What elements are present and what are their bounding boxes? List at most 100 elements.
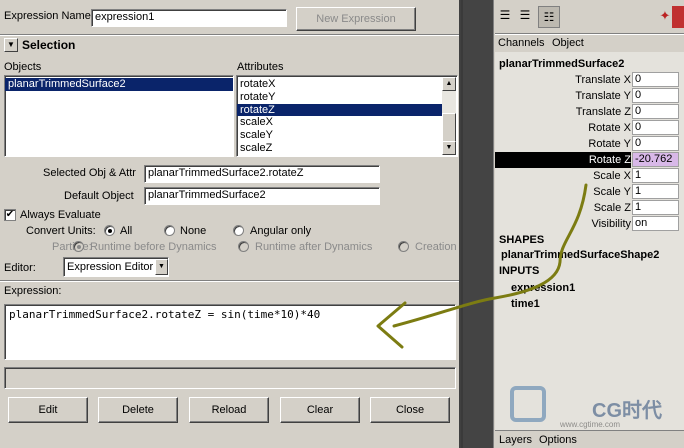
- object-menu[interactable]: Object: [552, 37, 584, 49]
- channel-label[interactable]: Rotate X: [495, 120, 631, 136]
- convert-units-angular-radio[interactable]: [233, 225, 244, 236]
- channel-value-field[interactable]: -20.762: [632, 152, 679, 167]
- bottom-tabs: Layers Options: [495, 430, 684, 448]
- tab-layers[interactable]: Layers: [499, 434, 532, 446]
- channel-label[interactable]: Translate Y: [495, 88, 631, 104]
- shapes-header: SHAPES: [499, 234, 545, 246]
- channel-label[interactable]: Rotate Z: [495, 152, 631, 168]
- channel-row[interactable]: Translate Z0: [495, 104, 684, 120]
- list-item[interactable]: scaleX: [237, 116, 443, 129]
- expression-name-label: Expression Name: [4, 10, 91, 22]
- inputs-header: INPUTS: [499, 265, 540, 277]
- particle-runtime-after-label: Runtime after Dynamics: [255, 241, 373, 253]
- collapse-arrow-icon[interactable]: ▼: [4, 38, 18, 52]
- close-button[interactable]: Close: [370, 397, 450, 423]
- objects-label: Objects: [4, 61, 42, 73]
- channel-value-field[interactable]: 0: [632, 88, 679, 103]
- scroll-thumb[interactable]: [442, 113, 456, 143]
- default-object-label: Default Object: [64, 190, 134, 202]
- divider: [0, 280, 459, 282]
- list-item[interactable]: scaleZ: [237, 142, 443, 155]
- edit-button[interactable]: Edit: [8, 397, 88, 423]
- channel-label[interactable]: Scale X: [495, 168, 631, 184]
- objects-list[interactable]: planarTrimmedSurface2: [4, 75, 234, 157]
- channel-value-field[interactable]: 0: [632, 104, 679, 119]
- always-evaluate-label: Always Evaluate: [20, 209, 101, 221]
- convert-units-none-radio[interactable]: [164, 225, 175, 236]
- convert-units-none-label: None: [180, 225, 207, 237]
- tab-options[interactable]: Options: [539, 434, 577, 446]
- channel-label[interactable]: Translate X: [495, 72, 631, 88]
- particle-runtime-before-radio[interactable]: [73, 241, 84, 252]
- channel-row[interactable]: Scale Z1: [495, 200, 684, 216]
- list-item[interactable]: rotateZ: [237, 103, 443, 117]
- layer-editor-icon[interactable]: ☰: [516, 8, 534, 26]
- channel-row[interactable]: Scale Y1: [495, 184, 684, 200]
- channel-box-icon[interactable]: ☰: [496, 8, 514, 26]
- attribute-editor-icon[interactable]: ☷: [538, 6, 560, 28]
- channel-row[interactable]: Rotate X0: [495, 120, 684, 136]
- scroll-down-arrow-icon[interactable]: ▼: [442, 141, 456, 155]
- channel-value-field[interactable]: on: [632, 216, 679, 231]
- channels-menu[interactable]: Channels: [498, 37, 544, 49]
- convert-units-all-label: All: [120, 225, 133, 237]
- channel-row[interactable]: Translate X0: [495, 72, 684, 88]
- channel-value-field[interactable]: 1: [632, 200, 679, 215]
- particle-label: Particle:: [52, 241, 92, 253]
- channel-row[interactable]: Rotate Y0: [495, 136, 684, 152]
- new-expression-button[interactable]: New Expression: [296, 7, 416, 31]
- scroll-up-arrow-icon[interactable]: ▲: [442, 77, 456, 91]
- tool-icon[interactable]: [672, 6, 684, 28]
- channel-row[interactable]: Translate Y0: [495, 88, 684, 104]
- divider: [495, 33, 684, 35]
- list-item[interactable]: scaleY: [237, 129, 443, 142]
- channel-value-field[interactable]: 0: [632, 136, 679, 151]
- particle-runtime-after-radio[interactable]: [238, 241, 249, 252]
- reload-button[interactable]: Reload: [189, 397, 269, 423]
- attributes-list[interactable]: rotateX rotateY rotateZ scaleX scaleY scaleZ …: [236, 75, 458, 157]
- list-item[interactable]: rotateY: [237, 91, 443, 104]
- tool-icon[interactable]: ✦: [657, 8, 673, 26]
- list-item[interactable]: planarTrimmedSurface2: [5, 78, 233, 91]
- always-evaluate-checkbox[interactable]: ✔: [4, 209, 16, 221]
- list-item[interactable]: rotateX: [237, 78, 443, 91]
- chevron-down-icon[interactable]: ▼: [155, 259, 168, 275]
- convert-units-all-radio[interactable]: [104, 225, 115, 236]
- input-node-expression[interactable]: expression1: [511, 282, 575, 294]
- status-line: [4, 367, 456, 389]
- channel-label[interactable]: Rotate Y: [495, 136, 631, 152]
- attributes-scrollbar[interactable]: ▲ ▼: [442, 77, 456, 155]
- channel-row[interactable]: Visibility on: [495, 216, 684, 232]
- selected-obj-attr-label: Selected Obj & Attr: [43, 167, 136, 179]
- delete-button[interactable]: Delete: [98, 397, 178, 423]
- expression-label: Expression:: [4, 285, 62, 297]
- selection-header: Selection: [22, 38, 76, 52]
- expression-name-field[interactable]: expression1: [91, 9, 287, 27]
- particle-creation-label: Creation: [415, 241, 457, 253]
- watermark-logo: CG时代 www.cgtime.com: [504, 380, 676, 430]
- channel-label[interactable]: Visibility: [495, 216, 631, 232]
- channel-value-field[interactable]: 0: [632, 72, 679, 87]
- clear-button[interactable]: Clear: [280, 397, 360, 423]
- channel-label[interactable]: Scale Z: [495, 200, 631, 216]
- channel-row[interactable]: Scale X1: [495, 168, 684, 184]
- watermark-text: CG时代: [592, 400, 662, 422]
- channel-label[interactable]: Translate Z: [495, 104, 631, 120]
- input-node-time[interactable]: time1: [511, 298, 540, 310]
- watermark-logo-icon: [510, 386, 546, 422]
- channel-value-field[interactable]: 0: [632, 120, 679, 135]
- selected-obj-attr-field[interactable]: planarTrimmedSurface2.rotateZ: [144, 165, 380, 183]
- channel-value-field[interactable]: 1: [632, 184, 679, 199]
- channel-label[interactable]: Scale Y: [495, 184, 631, 200]
- channel-value-field[interactable]: 1: [632, 168, 679, 183]
- channel-row[interactable]: Rotate Z -20.762: [495, 152, 684, 168]
- viewport-strip[interactable]: [463, 0, 493, 448]
- particle-creation-radio[interactable]: [398, 241, 409, 252]
- editor-select[interactable]: Expression Editor: [63, 257, 169, 277]
- editor-label: Editor:: [4, 262, 36, 274]
- expression-text-area[interactable]: planarTrimmedSurface2.rotateZ = sin(time…: [4, 304, 456, 360]
- default-object-field[interactable]: planarTrimmedSurface2: [144, 187, 380, 205]
- shape-node-name[interactable]: planarTrimmedSurfaceShape2: [501, 249, 659, 261]
- divider: [0, 34, 459, 36]
- channel-box-panel: ☰ ☰ ☷ ✦ Channels Object planarTrimmedSur…: [493, 0, 684, 448]
